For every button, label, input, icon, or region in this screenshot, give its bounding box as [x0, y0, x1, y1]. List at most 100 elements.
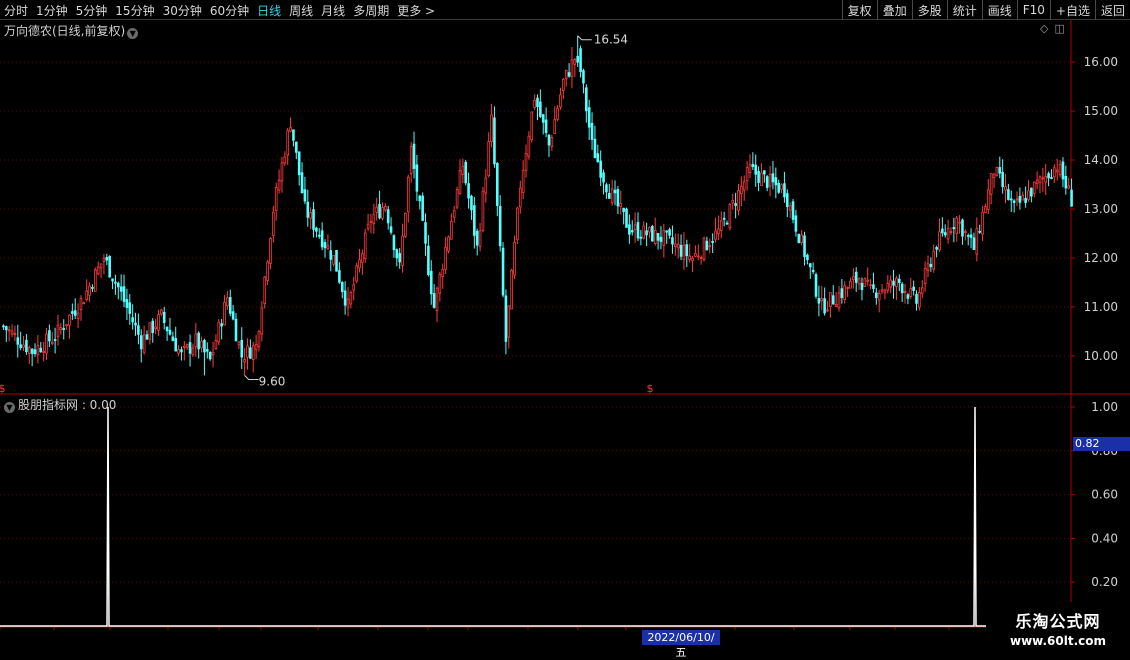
toolbar-button-4[interactable]: 画线 — [981, 0, 1017, 20]
candle-body — [478, 230, 482, 248]
toolbar-actions: 复权 叠加 多股 统计 画线 F10 +自选 返回 — [841, 0, 1130, 20]
panel-toggle-icon[interactable]: ◫ — [1054, 22, 1064, 35]
candle-body — [691, 257, 694, 262]
candle-body — [269, 238, 272, 264]
candle-body — [536, 97, 539, 108]
candle-body — [432, 293, 436, 308]
candle-body — [25, 339, 28, 353]
candle-body — [19, 344, 22, 349]
candle-body — [651, 225, 654, 242]
candle-body — [1053, 167, 1056, 178]
candle-body — [375, 206, 379, 213]
candle-body — [91, 287, 94, 289]
chevron-down-icon[interactable]: ▼ — [127, 28, 139, 39]
toolbar-button-3[interactable]: 统计 — [946, 0, 982, 20]
candle-body — [128, 302, 132, 314]
candle-body — [384, 206, 387, 211]
candle-body — [1055, 169, 1059, 173]
candle-body — [165, 326, 169, 332]
candle-body — [912, 286, 915, 291]
candle-body — [952, 227, 956, 230]
toolbar-button-7[interactable]: 返回 — [1094, 0, 1130, 20]
candle-body — [938, 231, 941, 251]
candle-body — [849, 280, 852, 289]
candle-body — [317, 234, 321, 237]
candle-body — [972, 237, 976, 250]
chevron-down-icon[interactable]: ▼ — [4, 402, 15, 413]
candle-body — [593, 138, 597, 159]
candle-body — [45, 333, 48, 354]
candle-body — [1012, 200, 1016, 203]
candle-body — [806, 254, 809, 261]
candle-body — [929, 263, 933, 268]
price-tick-label: 14.00 — [1084, 153, 1118, 167]
candle-body — [636, 222, 640, 239]
candle-body — [484, 177, 488, 194]
candle-body — [837, 292, 841, 309]
candle-body — [447, 236, 450, 252]
period-tab-0[interactable]: 分时 — [0, 2, 32, 19]
period-tab-10[interactable]: 更多 > — [393, 2, 439, 19]
candle-body — [42, 350, 45, 353]
candle-body — [843, 285, 847, 300]
candle-body — [309, 212, 312, 219]
candle-body — [544, 119, 548, 133]
candle-body — [866, 279, 870, 282]
candle-body — [915, 293, 918, 304]
toolbar-button-6[interactable]: +自选 — [1049, 0, 1095, 20]
candle-body — [418, 195, 422, 202]
candle-body — [573, 59, 577, 65]
candle-body — [705, 240, 709, 251]
candle-body — [263, 276, 267, 305]
period-tab-8[interactable]: 月线 — [317, 2, 349, 19]
diamond-icon[interactable]: ◇ — [1040, 22, 1048, 35]
period-tab-6[interactable]: 日线 — [253, 2, 285, 19]
candle-body — [82, 302, 86, 305]
candle-body — [119, 286, 123, 292]
toolbar-button-0[interactable]: 复权 — [841, 0, 877, 20]
candle-body — [188, 342, 192, 354]
period-tab-9[interactable]: 多周期 — [349, 2, 393, 19]
candle-body — [329, 250, 333, 260]
candle-body — [613, 189, 617, 194]
period-tab-4[interactable]: 30分钟 — [159, 2, 206, 19]
candle-body — [1032, 181, 1036, 194]
candle-body — [36, 345, 40, 355]
candle-body — [272, 211, 275, 236]
period-tab-1[interactable]: 1分钟 — [32, 2, 72, 19]
period-tab-3[interactable]: 15分钟 — [111, 2, 158, 19]
toolbar-button-5[interactable]: F10 — [1016, 0, 1050, 20]
candle-body — [513, 241, 516, 276]
candle-body — [251, 345, 255, 360]
candle-body — [71, 311, 74, 314]
candle-body — [323, 242, 327, 249]
period-tab-5[interactable]: 60分钟 — [206, 2, 253, 19]
candle-body — [102, 258, 106, 262]
candle-body — [108, 255, 111, 278]
candle-body — [846, 287, 849, 289]
candle-body — [277, 179, 281, 191]
candle-body — [312, 209, 315, 230]
period-tab-7[interactable]: 周线 — [285, 2, 317, 19]
candle-body — [610, 188, 614, 204]
period-tab-2[interactable]: 5分钟 — [72, 2, 112, 19]
watermark: 乐淘公式网 www.60lt.com — [986, 602, 1130, 650]
candle-body — [728, 204, 732, 229]
candle-body — [1018, 196, 1022, 203]
candle-body — [137, 325, 140, 335]
candle-body — [619, 203, 623, 208]
candle-body — [895, 277, 898, 287]
chart-area[interactable]: 16.00 15.00 14.00 13.00 12.00 11.00 10.00 1.00 0… — [0, 20, 1130, 630]
candle-body — [745, 167, 749, 182]
watermark-url: www.60lt.com — [1009, 634, 1107, 648]
toolbar-button-2[interactable]: 多股 — [911, 0, 947, 20]
candle-body — [5, 326, 8, 331]
candle-body — [467, 183, 470, 199]
candle-body — [111, 278, 114, 282]
toolbar-button-1[interactable]: 叠加 — [876, 0, 912, 20]
candle-body — [717, 228, 720, 235]
candle-body — [625, 208, 628, 228]
candle-body — [920, 287, 924, 294]
candle-body — [742, 181, 746, 191]
candle-body — [958, 221, 961, 224]
